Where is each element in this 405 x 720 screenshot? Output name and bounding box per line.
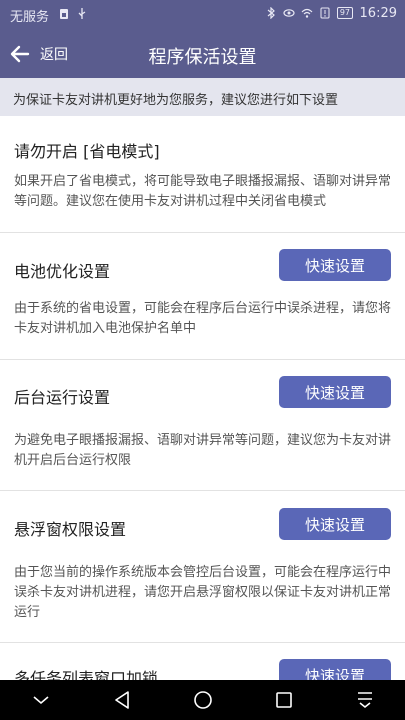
circle-home-icon (193, 691, 212, 709)
section-title: 多任务列表窗口加锁 (14, 669, 159, 680)
section-title: 悬浮窗权限设置 (14, 520, 127, 539)
section-multitask-lock: 多任务列表窗口加锁 快速设置 (0, 643, 405, 680)
battery-quick-setup-button[interactable]: 快速设置 (279, 249, 391, 281)
nav-recent-button[interactable] (264, 680, 304, 720)
square-recent-icon (275, 692, 292, 708)
clock: 16:29 (359, 6, 397, 21)
carrier-label: 无服务 (10, 10, 50, 25)
overlay-quick-setup-button[interactable]: 快速设置 (279, 508, 391, 540)
section-desc: 由于您当前的操作系统版本会管控后台设置，可能会在程序运行中误杀卡友对讲机进程，请… (14, 565, 392, 620)
page-title: 程序保活设置 (148, 47, 257, 68)
system-nav-bar (0, 680, 405, 720)
nav-back-button[interactable] (102, 680, 142, 720)
section-desc: 如果开启了省电模式，将可能导致电子眼播报漏报、语聊对讲异常等问题。建议您在使用卡… (14, 174, 392, 209)
nav-home-button[interactable] (183, 680, 223, 720)
section-title: 请勿开启 [省电模式] (14, 142, 160, 161)
section-title: 后台运行设置 (14, 388, 111, 407)
status-bar: 无服务 97 16:29 (0, 0, 405, 30)
usb-icon (78, 8, 86, 19)
nav-dropdown-button[interactable] (21, 680, 61, 720)
nav-notification-button[interactable] (345, 680, 385, 720)
section-desc: 为避免电子眼播报漏报、语聊对讲异常等问题，建议您为卡友对讲机开启后台运行权限 (14, 433, 392, 468)
alert-icon (320, 7, 330, 19)
pull-down-icon (357, 692, 372, 709)
section-power-saving: 请勿开启 [省电模式] 如果开启了省电模式，将可能导致电子眼播报漏报、语聊对讲异… (0, 116, 405, 234)
multitask-quick-setup-button[interactable]: 快速设置 (279, 659, 391, 680)
section-overlay: 悬浮窗权限设置 快速设置 由于您当前的操作系统版本会管控后台设置，可能会在程序运… (0, 491, 405, 643)
background-quick-setup-button[interactable]: 快速设置 (279, 376, 391, 408)
section-battery: 电池优化设置 快速设置 由于系统的省电设置，可能会在程序后台运行中误杀进程，请您… (0, 233, 405, 359)
battery-icon: 97 (336, 7, 353, 19)
app-header: 返回 程序保活设置 (0, 30, 405, 78)
chevron-down-icon (32, 696, 49, 705)
section-background: 后台运行设置 快速设置 为避免电子眼播报漏报、语聊对讲异常等问题，建议您为卡友对… (0, 360, 405, 490)
triangle-back-icon (114, 691, 129, 709)
sim-icon (60, 9, 68, 19)
info-banner: 为保证卡友对讲机更好地为您服务，建议您进行如下设置 (0, 78, 405, 116)
wifi-icon (301, 8, 313, 18)
eye-icon (283, 9, 295, 17)
section-title: 电池优化设置 (14, 262, 111, 281)
section-desc: 由于系统的省电设置，可能会在程序后台运行中误杀进程，请您将卡友对讲机加入电池保护… (14, 301, 392, 336)
bluetooth-icon (267, 7, 275, 19)
